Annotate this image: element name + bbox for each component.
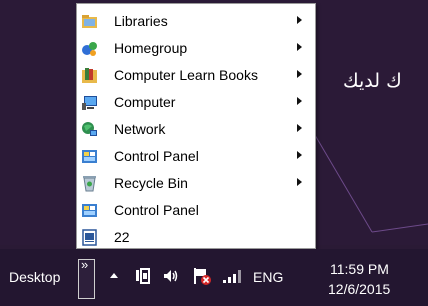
menu-item-label: Control Panel (114, 202, 199, 218)
menu-item-computer[interactable]: Computer (77, 89, 315, 116)
taskbar: Desktop » ENG 11:59 PM 12/6/2015 (0, 249, 428, 306)
toolbar-expand-button[interactable]: » (78, 257, 95, 299)
menu-item-label: Recycle Bin (114, 175, 188, 191)
menu-item-label: Computer Learn Books (114, 67, 258, 83)
libraries-icon (82, 15, 97, 28)
submenu-arrow-icon (297, 16, 302, 24)
desktop-toolbar-label[interactable]: Desktop (9, 269, 60, 285)
submenu-arrow-icon (297, 151, 302, 159)
submenu-arrow-icon (297, 124, 302, 132)
show-hidden-icons-icon[interactable] (108, 270, 120, 282)
menu-item-label: Control Panel (114, 148, 199, 164)
recycle-bin-icon (83, 176, 96, 192)
speaker-icon[interactable] (162, 267, 180, 285)
menu-item-control-panel-shortcut[interactable]: Control Panel (77, 197, 315, 224)
background-arabic-text: ك لديك (343, 70, 402, 92)
menu-item-document-22[interactable]: 22 (77, 224, 315, 251)
desktop-toolbar-menu: Libraries Homegroup Computer Learn Books… (76, 3, 316, 249)
menu-item-libraries[interactable]: Libraries (77, 8, 315, 35)
clock-date: 12/6/2015 (328, 281, 391, 297)
submenu-arrow-icon (297, 178, 302, 186)
menu-item-network[interactable]: Network (77, 116, 315, 143)
clock[interactable]: 11:59 PM 12/6/2015 (322, 261, 392, 301)
chevron-icon: » (81, 257, 89, 272)
menu-item-label: Computer (114, 94, 176, 110)
menu-item-homegroup[interactable]: Homegroup (77, 35, 315, 62)
computer-icon (82, 96, 97, 110)
submenu-arrow-icon (297, 97, 302, 105)
network-icon (82, 122, 97, 136)
menu-item-label: Libraries (114, 13, 168, 29)
control-panel-icon (82, 150, 97, 163)
word-document-icon (82, 229, 97, 246)
menu-item-label: Homegroup (114, 40, 188, 56)
clock-time: 11:59 PM (330, 261, 389, 277)
input-language-indicator[interactable]: ENG (253, 269, 283, 285)
menu-item-computer-learn-books[interactable]: Computer Learn Books (77, 62, 315, 89)
device-icon[interactable] (135, 267, 153, 285)
action-center-flag-icon[interactable] (192, 266, 212, 286)
submenu-arrow-icon (297, 43, 302, 51)
homegroup-icon (82, 42, 97, 56)
submenu-arrow-icon (297, 70, 302, 78)
menu-item-label: 22 (114, 229, 130, 245)
menu-item-label: Network (114, 121, 166, 137)
signal-strength-icon[interactable] (222, 269, 244, 283)
menu-item-control-panel[interactable]: Control Panel (77, 143, 315, 170)
books-folder-icon (82, 68, 97, 83)
control-panel-icon (82, 204, 97, 217)
menu-item-recycle-bin[interactable]: Recycle Bin (77, 170, 315, 197)
